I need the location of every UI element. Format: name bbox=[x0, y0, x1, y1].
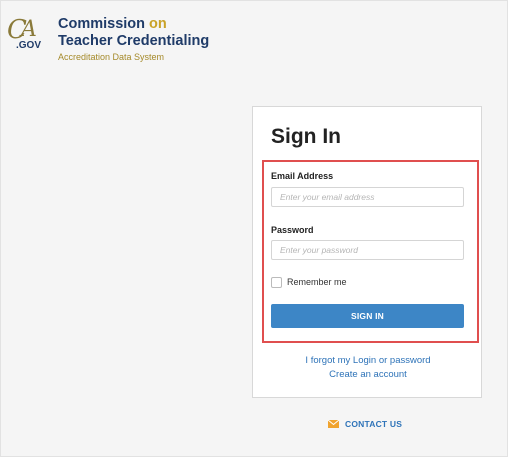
agency-name-on: on bbox=[149, 16, 167, 32]
signin-button[interactable]: SIGN IN bbox=[271, 304, 464, 328]
contact-us-label[interactable]: CONTACT US bbox=[345, 419, 402, 429]
system-subtitle: Accreditation Data System bbox=[58, 52, 165, 62]
email-label: Email Address bbox=[271, 171, 334, 181]
email-field[interactable] bbox=[271, 187, 464, 207]
agency-name-line1: Commission bbox=[58, 16, 146, 32]
contact-us-link[interactable]: CONTACT US bbox=[328, 419, 402, 429]
create-account-link[interactable]: Create an account bbox=[253, 369, 483, 380]
remember-me-label[interactable]: Remember me bbox=[287, 277, 347, 287]
agency-name-line2: Teacher Credentialing bbox=[58, 33, 210, 49]
password-label: Password bbox=[271, 225, 314, 235]
ca-gov-logo[interactable]: C A .GOV bbox=[6, 14, 56, 54]
site-header: C A .GOV Commission on Teacher Credentia… bbox=[6, 14, 266, 64]
envelope-icon bbox=[328, 420, 339, 428]
svg-text:A: A bbox=[19, 17, 37, 42]
remember-me-checkbox[interactable] bbox=[271, 276, 282, 288]
signin-card: Sign In Email Address Password Remember … bbox=[252, 106, 482, 398]
svg-text:.GOV: .GOV bbox=[16, 40, 41, 51]
password-field[interactable] bbox=[271, 240, 464, 260]
forgot-login-link[interactable]: I forgot my Login or password bbox=[253, 355, 483, 366]
agency-name: Commission on Teacher Credentialing bbox=[58, 16, 209, 50]
signin-title: Sign In bbox=[271, 125, 341, 148]
remember-me-row[interactable]: Remember me bbox=[271, 275, 347, 289]
